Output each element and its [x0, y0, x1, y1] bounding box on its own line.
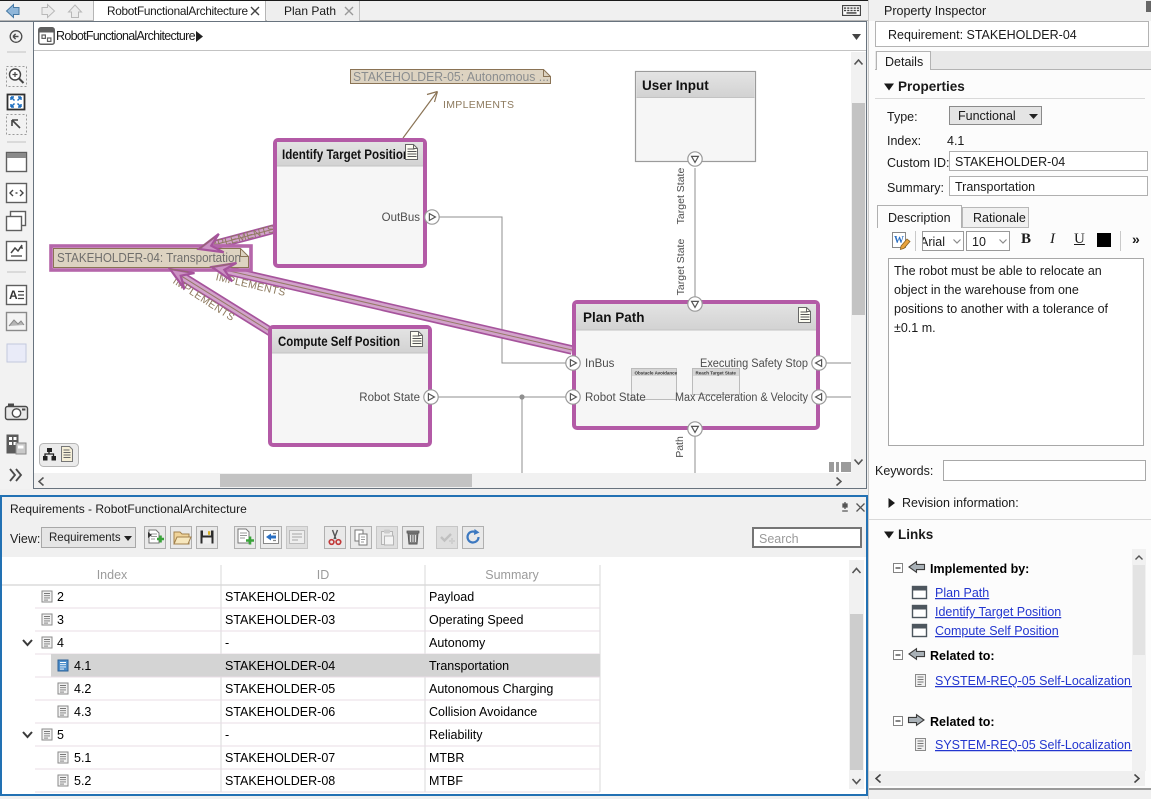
svg-text:Target State: Target State	[675, 239, 687, 296]
svg-text:Max Acceleration & Velocity: Max Acceleration & Velocity	[675, 392, 808, 404]
svg-text:Autonomy: Autonomy	[429, 636, 486, 650]
svg-text:MTBR: MTBR	[429, 751, 464, 765]
svg-text:IMPLEMENTS: IMPLEMENTS	[443, 99, 514, 111]
svg-text:A: A	[9, 288, 18, 302]
svg-text:5.2: 5.2	[74, 774, 91, 788]
svg-text:4.2: 4.2	[74, 682, 91, 696]
svg-text:STAKEHOLDER-02: STAKEHOLDER-02	[225, 590, 335, 604]
svg-text:SYSTEM-REQ-05 Self-Localizatio: SYSTEM-REQ-05 Self-Localization Ac	[935, 738, 1132, 752]
svg-text:STAKEHOLDER-08: STAKEHOLDER-08	[225, 774, 335, 788]
svg-text:Compute Self Position: Compute Self Position	[278, 334, 400, 349]
svg-text:MTBF: MTBF	[429, 774, 463, 788]
svg-text:-: -	[225, 728, 229, 742]
svg-text:2: 2	[57, 590, 64, 604]
svg-text:STAKEHOLDER-04: Transportation: STAKEHOLDER-04: Transportation	[57, 251, 241, 265]
svg-text:STAKEHOLDER-04: STAKEHOLDER-04	[225, 659, 335, 673]
svg-text:Implemented by:: Implemented by:	[930, 562, 1029, 576]
svg-text:5: 5	[57, 728, 64, 742]
svg-text:Reliability: Reliability	[429, 728, 483, 742]
svg-text:Executing Safety Stop: Executing Safety Stop	[700, 358, 808, 370]
svg-text:Index: Index	[97, 568, 128, 582]
svg-text:STAKEHOLDER-05: STAKEHOLDER-05	[225, 682, 335, 696]
svg-text:SYSTEM-REQ-05 Self-Localizatio: SYSTEM-REQ-05 Self-Localization Ac	[935, 674, 1132, 688]
svg-text:Robot State: Robot State	[359, 392, 420, 404]
svg-text:4.3: 4.3	[74, 705, 91, 719]
svg-text:Related to:: Related to:	[930, 715, 995, 729]
svg-text:Transportation: Transportation	[429, 659, 509, 673]
svg-text:STAKEHOLDER-06: STAKEHOLDER-06	[225, 705, 335, 719]
svg-text:STAKEHOLDER-05: Autonomous ...: STAKEHOLDER-05: Autonomous ...	[353, 70, 549, 84]
svg-text:ID: ID	[317, 568, 330, 582]
svg-text:Compute Self Position: Compute Self Position	[935, 624, 1059, 638]
svg-text:3: 3	[57, 613, 64, 627]
svg-text:Summary: Summary	[485, 568, 539, 582]
svg-text:5.1: 5.1	[74, 751, 91, 765]
svg-text:InBus: InBus	[585, 358, 615, 370]
svg-text:STAKEHOLDER-07: STAKEHOLDER-07	[225, 751, 335, 765]
svg-text:Operating Speed: Operating Speed	[429, 613, 524, 627]
svg-text:Plan Path: Plan Path	[935, 586, 989, 600]
svg-text:User Input: User Input	[642, 78, 709, 93]
svg-text:Identify Target Position: Identify Target Position	[282, 147, 410, 162]
svg-text:Robot State: Robot State	[585, 392, 646, 404]
svg-text:Obstacle Avoidance: Obstacle Avoidance	[635, 371, 678, 376]
svg-text:4.1: 4.1	[74, 659, 91, 673]
svg-text:STAKEHOLDER-03: STAKEHOLDER-03	[225, 613, 335, 627]
svg-text:Payload: Payload	[429, 590, 474, 604]
svg-text:Related to:: Related to:	[930, 649, 995, 663]
svg-text:-: -	[225, 636, 229, 650]
svg-text:Identify Target Position: Identify Target Position	[935, 605, 1061, 619]
svg-text:Reach Target State: Reach Target State	[696, 371, 737, 376]
svg-text:Plan Path: Plan Path	[583, 310, 645, 325]
svg-text:Path: Path	[674, 436, 686, 458]
svg-text:OutBus: OutBus	[382, 212, 421, 224]
svg-text:4: 4	[57, 636, 64, 650]
svg-text:Target State: Target State	[675, 168, 687, 225]
svg-text:Autonomous Charging: Autonomous Charging	[429, 682, 553, 696]
svg-text:Collision Avoidance: Collision Avoidance	[429, 705, 537, 719]
